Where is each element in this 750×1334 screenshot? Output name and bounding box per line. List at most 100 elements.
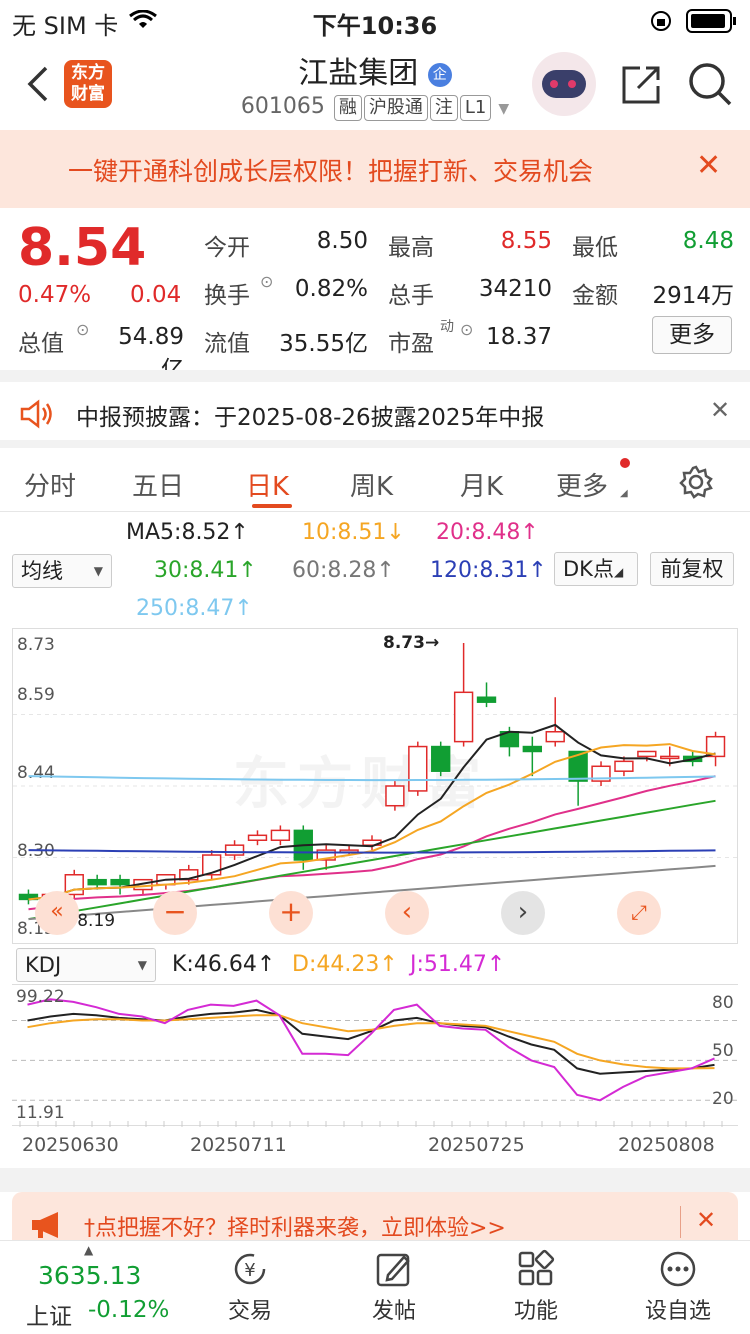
banner-divider: [680, 1206, 681, 1238]
share-icon[interactable]: [620, 62, 664, 106]
dk-corner-icon: ◢: [613, 565, 624, 579]
speaker-icon: [20, 399, 52, 429]
notice-text[interactable]: 中报预披露：于2025-08-26披露2025年中报: [76, 398, 544, 432]
tab-trade[interactable]: ¥ 交易: [190, 1249, 310, 1325]
high-label: 最高: [388, 235, 434, 261]
period-tabs: 分时 五日 日K 周K 月K 更多 ◢: [0, 440, 750, 512]
kdj-tick-50: 50: [712, 1041, 734, 1061]
date-label-3: 20250725: [428, 1134, 525, 1156]
amount-value: 2914万: [652, 283, 734, 309]
tab-daily-k[interactable]: 日K: [246, 466, 289, 503]
tab-functions[interactable]: 功能: [476, 1249, 596, 1325]
kdj-tick-max: 99.22: [16, 987, 65, 1007]
volume-value: 34210: [478, 276, 552, 302]
dk-button[interactable]: DK点◢: [554, 552, 638, 586]
tab-intraday[interactable]: 分时: [24, 466, 76, 503]
float-label: 流值: [204, 331, 250, 357]
status-time: 下午10:36: [312, 12, 438, 40]
dropdown-icon: ▼: [93, 564, 103, 578]
fullscreen-icon[interactable]: ⤢: [617, 891, 661, 935]
kdj-j-label: J:51.47↑: [410, 952, 506, 977]
ma250-label: 250:8.47↑: [136, 596, 253, 621]
scroll-left-fast-icon[interactable]: «: [35, 891, 79, 935]
low-label: 最低: [572, 235, 618, 261]
open-value: 8.50: [316, 228, 368, 254]
settings-gear-icon[interactable]: [678, 464, 714, 500]
indicator-selector[interactable]: 均线 ▼: [12, 554, 112, 588]
ma20-label: 20:8.48↑: [436, 520, 539, 545]
kdj-k-label: K:46.64↑: [172, 952, 276, 977]
mktcap-label: 总值: [18, 331, 64, 357]
orientation-lock-icon: [651, 11, 671, 31]
kdj-tick-min: 11.91: [16, 1103, 65, 1123]
caret-down-icon[interactable]: ▼: [498, 101, 509, 117]
pe-superscript: 动: [440, 319, 454, 335]
indicator-selector-value: 均线: [21, 559, 63, 583]
assistant-avatar[interactable]: [532, 52, 596, 116]
scroll-right-icon[interactable]: ›: [501, 891, 545, 935]
tag-registered: 注: [429, 95, 458, 121]
search-icon[interactable]: [686, 60, 734, 108]
turnover-value: 0.82%: [294, 276, 368, 302]
candle-body: [385, 785, 405, 807]
tag-level1: L1: [459, 95, 492, 121]
date-label-1: 20250630: [22, 1134, 119, 1156]
tab-more[interactable]: 更多: [556, 466, 608, 503]
bottom-banner-close-icon[interactable]: ✕: [696, 1206, 716, 1234]
more-button[interactable]: 更多: [652, 316, 732, 354]
kline-chart[interactable]: 东方财富 8.73 8.59 8.44 8.30 8.15 8.73→ ←8.1…: [12, 628, 738, 944]
corner-triangle-icon: ◢: [620, 488, 628, 499]
tab-trade-label: 交易: [227, 1299, 272, 1324]
notice-bar[interactable]: 中报预披露：于2025-08-26披露2025年中报 ✕: [0, 370, 750, 440]
ma10-label: 10:8.51↓: [302, 520, 405, 545]
kdj-chart[interactable]: 99.22 11.91 80 50 20: [12, 984, 738, 1127]
more-dots-icon: [660, 1251, 696, 1287]
grid-icon: [518, 1249, 555, 1286]
expand-up-icon[interactable]: ▲: [84, 1243, 93, 1257]
tab-watchlist[interactable]: 设自选: [618, 1249, 738, 1325]
ma10-line: [28, 743, 716, 901]
notice-close-icon[interactable]: ✕: [710, 396, 730, 424]
candle-body: [270, 829, 291, 841]
tab-five-day[interactable]: 五日: [132, 466, 184, 503]
index-value[interactable]: 3635.13: [38, 1261, 141, 1290]
promo-banner[interactable]: 一键开通科创成长层权限！把握打新、交易机会 ✕: [0, 130, 750, 208]
status-bar: 无 SIM 卡 下午10:36: [0, 0, 750, 40]
candle-body: [660, 755, 680, 760]
dk-button-label: DK点: [563, 557, 614, 581]
ma120-label: 120:8.31↑: [430, 558, 547, 583]
zoom-in-icon[interactable]: +: [269, 891, 313, 935]
kdj-svg: [12, 998, 738, 1127]
low-value: 8.48: [682, 228, 734, 254]
float-value: 35.55亿: [279, 331, 368, 357]
ma30-line: [28, 799, 716, 921]
info-icon[interactable]: ⊙: [76, 320, 89, 339]
index-change[interactable]: -0.12%: [88, 1297, 169, 1323]
candle-body: [637, 750, 657, 758]
tab-post[interactable]: 发帖: [334, 1249, 454, 1325]
ma5-label: MA5:8.52↑: [126, 520, 249, 545]
candle-body: [110, 878, 130, 886]
change-percent: 0.47%: [18, 282, 92, 308]
change-amount: 0.04: [130, 282, 182, 308]
battery-icon: [686, 9, 736, 33]
zoom-out-icon[interactable]: −: [153, 891, 197, 935]
turnover-info-icon[interactable]: ⊙: [260, 272, 273, 291]
kdj-selector-value: KDJ: [25, 953, 62, 977]
kdj-selector[interactable]: KDJ ▼: [16, 948, 156, 982]
scroll-left-icon[interactable]: ‹: [385, 891, 429, 935]
promo-text[interactable]: 一键开通科创成长层权限！把握打新、交易机会: [68, 152, 593, 188]
date-label-2: 20250711: [190, 1134, 287, 1156]
candle-body: [522, 745, 543, 753]
ma60-label: 60:8.28↑: [292, 558, 395, 583]
index-name[interactable]: 上证: [26, 1297, 72, 1331]
tab-monthly-k[interactable]: 月K: [460, 466, 503, 503]
tab-weekly-k[interactable]: 周K: [350, 466, 393, 503]
high-value: 8.55: [500, 228, 552, 254]
close-icon[interactable]: ✕: [696, 148, 721, 183]
tab-functions-label: 功能: [513, 1299, 558, 1324]
enterprise-badge: 企: [427, 63, 452, 87]
bottom-promo-text[interactable]: †点把握不好？择时利器来袭，立即体验>>: [84, 1210, 506, 1242]
forward-adjust-button[interactable]: 前复权: [650, 552, 734, 586]
pe-info-icon[interactable]: ⊙: [460, 320, 473, 339]
